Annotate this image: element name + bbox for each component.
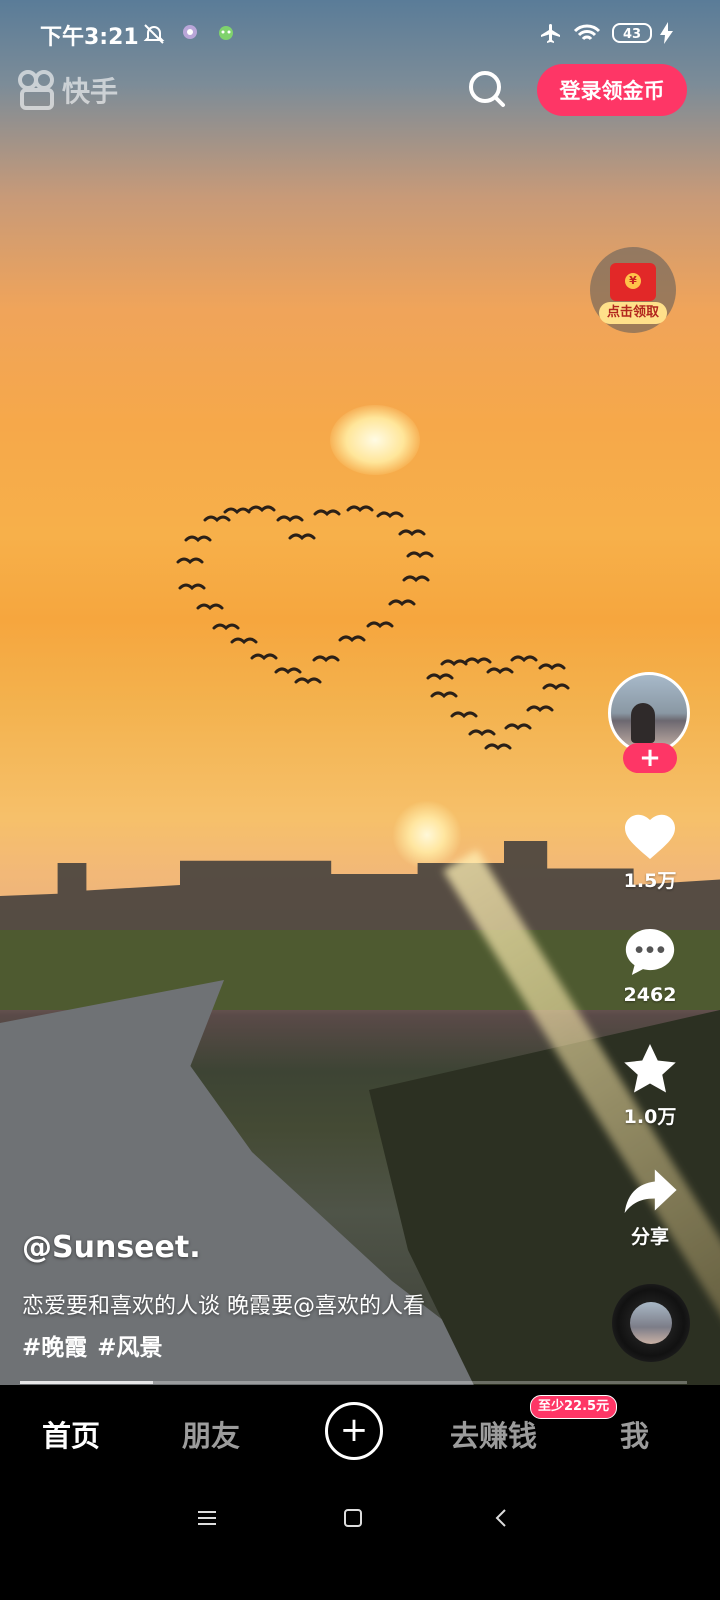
video-progress-bar[interactable] bbox=[20, 1381, 687, 1384]
comment-count: 2462 bbox=[623, 984, 677, 1006]
author-name[interactable]: @Sunseet. bbox=[22, 1230, 201, 1265]
system-nav-bar bbox=[0, 1480, 720, 1600]
logo-text: 快手 bbox=[62, 75, 119, 108]
author-avatar[interactable] bbox=[608, 672, 690, 754]
follow-button[interactable]: + bbox=[623, 743, 677, 773]
music-disc[interactable] bbox=[612, 1284, 690, 1362]
app-notification-icon bbox=[216, 22, 236, 47]
like-count: 1.5万 bbox=[623, 870, 677, 892]
hashtag[interactable]: #晚霞 bbox=[22, 1328, 87, 1362]
app-logo: 快手 bbox=[18, 70, 118, 110]
create-button[interactable]: + bbox=[325, 1402, 383, 1460]
kuaishou-logo-icon bbox=[18, 70, 54, 110]
home-icon[interactable] bbox=[341, 1506, 365, 1537]
bottom-nav: 首页 朋友 + 去赚钱 至少22.5元 我 bbox=[0, 1385, 720, 1480]
music-cover bbox=[630, 1302, 672, 1344]
tab-friends[interactable]: 朋友 bbox=[182, 1413, 240, 1455]
star-icon bbox=[624, 1044, 676, 1093]
menu-icon[interactable] bbox=[195, 1506, 219, 1537]
search-button[interactable] bbox=[466, 68, 510, 112]
heart-icon bbox=[625, 814, 675, 859]
charging-icon bbox=[660, 22, 674, 49]
search-icon bbox=[469, 71, 505, 107]
favorite-count: 1.0万 bbox=[623, 1106, 677, 1128]
airplane-icon bbox=[538, 22, 564, 51]
battery-icon: 43 bbox=[612, 23, 652, 43]
wifi-icon bbox=[572, 22, 602, 51]
comment-icon bbox=[625, 929, 675, 975]
red-envelope-icon bbox=[610, 263, 656, 301]
hashtag[interactable]: #风景 bbox=[97, 1328, 162, 1362]
tab-home[interactable]: 首页 bbox=[42, 1413, 100, 1455]
progress-fill bbox=[20, 1381, 154, 1384]
earn-badge: 至少22.5元 bbox=[530, 1395, 618, 1419]
bird-flock bbox=[176, 505, 570, 751]
red-packet-label: 点击领取 bbox=[599, 302, 667, 324]
status-time: 下午3:21 bbox=[40, 25, 139, 50]
favorite-button[interactable]: 1.0万 bbox=[610, 1040, 690, 1129]
sun bbox=[392, 800, 462, 870]
share-label: 分享 bbox=[630, 1226, 669, 1248]
red-packet-widget[interactable]: 点击领取 bbox=[590, 247, 676, 333]
video-caption: 恋爱要和喜欢的人谈 晚霞要@喜欢的人看 bbox=[22, 1294, 425, 1319]
comment-button[interactable]: 2462 bbox=[610, 924, 690, 1006]
share-arrow-icon bbox=[624, 1169, 677, 1213]
app-notification-icon bbox=[180, 22, 200, 47]
tab-earn[interactable]: 去赚钱 bbox=[450, 1413, 537, 1455]
share-button[interactable]: 分享 bbox=[610, 1162, 690, 1249]
back-icon[interactable] bbox=[490, 1506, 514, 1537]
tab-me[interactable]: 我 bbox=[620, 1413, 649, 1455]
login-earn-coins-button[interactable]: 登录领金币 bbox=[537, 64, 687, 116]
mute-icon bbox=[142, 22, 166, 51]
status-bar: 下午3:21 43 bbox=[0, 0, 720, 68]
like-button[interactable]: 1.5万 bbox=[610, 806, 690, 893]
hashtag-list: #晚霞 #风景 bbox=[22, 1328, 163, 1362]
